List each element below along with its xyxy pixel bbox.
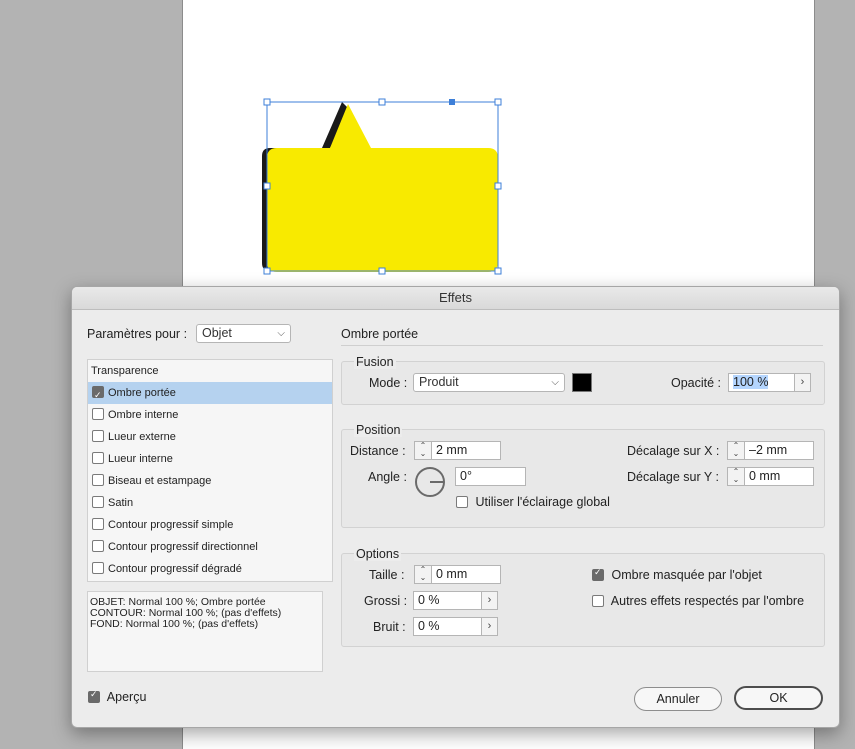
preview-label: Aperçu	[106, 690, 147, 704]
offset-y-stepper[interactable]: ⌃ ⌄	[727, 467, 745, 486]
opacity-slider-button[interactable]: ›	[794, 373, 811, 392]
effect-item[interactable]: Ombre interne	[88, 404, 332, 426]
chevron-down-icon: ⌵	[551, 377, 559, 388]
effect-checkbox[interactable]	[92, 430, 104, 442]
knocked-out-checkbox-row[interactable]: Ombre masquée par l'objet	[592, 567, 762, 582]
effects-summary: OBJET: Normal 100 %; Ombre portée CONTOU…	[87, 591, 323, 672]
position-title: Position	[354, 423, 403, 437]
stepper-arrows-icon: ⌃ ⌄	[732, 467, 740, 484]
effects-list: Transparence Ombre portée Ombre interne Lu…	[87, 359, 333, 582]
options-title: Options	[354, 547, 402, 561]
stepper-arrows-icon: ⌃ ⌄	[419, 441, 427, 458]
section-divider	[341, 345, 823, 346]
fusion-title: Fusion	[354, 355, 396, 369]
effect-checkbox[interactable]	[92, 562, 104, 574]
params-select[interactable]: Objet ⌵	[196, 324, 291, 343]
chevron-right-icon: ›	[487, 594, 492, 606]
mode-select-value: Produit	[419, 375, 459, 389]
effect-item[interactable]: Ombre portée	[88, 382, 332, 406]
angle-dial-icon[interactable]	[415, 467, 445, 497]
knocked-out-checkbox[interactable]	[592, 567, 604, 581]
effect-item[interactable]: Satin	[88, 492, 332, 514]
distance-label: Distance :	[350, 444, 406, 458]
shadow-color-swatch[interactable]	[572, 373, 592, 392]
effect-checkbox[interactable]	[92, 518, 104, 530]
chevron-down-icon: ⌵	[277, 328, 285, 339]
params-select-value: Objet	[202, 326, 232, 340]
ok-button[interactable]: OK	[734, 686, 823, 710]
offset-y-label: Décalage sur Y :	[627, 470, 719, 484]
spread-slider-button[interactable]: ›	[481, 591, 498, 610]
effect-item[interactable]: Contour progressif directionnel	[88, 536, 332, 558]
distance-input[interactable]: 2 mm	[431, 441, 501, 460]
dialog-title: Effets	[72, 287, 839, 310]
cancel-button[interactable]: Annuler	[634, 687, 722, 711]
effect-label: Ombre interne	[108, 409, 179, 421]
size-label: Taille :	[369, 568, 405, 582]
offset-x-label: Décalage sur X :	[627, 444, 720, 458]
offset-x-stepper[interactable]: ⌃ ⌄	[727, 441, 745, 460]
effect-checkbox[interactable]	[92, 408, 104, 420]
global-light-label: Utiliser l'éclairage global	[475, 495, 610, 509]
effect-item[interactable]: Contour progressif simple	[88, 514, 332, 536]
spread-label: Grossi :	[364, 594, 408, 608]
effect-item[interactable]: Contour progressif dégradé	[88, 558, 332, 580]
reference-point-handle	[449, 99, 455, 105]
global-light-checkbox[interactable]	[456, 496, 468, 508]
effect-label: Contour progressif directionnel	[108, 541, 258, 553]
spread-input[interactable]: 0 %	[413, 591, 482, 610]
honor-effects-checkbox[interactable]	[592, 595, 604, 607]
honor-effects-checkbox-row[interactable]: Autres effets respectés par l'ombre	[592, 594, 804, 608]
mode-label: Mode :	[369, 376, 408, 390]
mode-select[interactable]: Produit ⌵	[413, 373, 565, 392]
size-stepper[interactable]: ⌃ ⌄	[414, 565, 432, 584]
effect-item[interactable]: Biseau et estampage	[88, 470, 332, 492]
speech-bubble-object[interactable]	[0, 0, 855, 290]
effect-checkbox[interactable]	[92, 540, 104, 552]
honor-effects-label: Autres effets respectés par l'ombre	[610, 594, 805, 608]
effect-checkbox[interactable]	[92, 384, 104, 406]
section-title: Ombre portée	[341, 327, 419, 341]
angle-label: Angle :	[368, 470, 407, 484]
params-label: Paramètres pour :	[87, 327, 188, 341]
effect-item[interactable]: Lueur externe	[88, 426, 332, 448]
preview-checkbox[interactable]	[88, 689, 100, 703]
knocked-out-label: Ombre masquée par l'objet	[611, 568, 762, 582]
effect-label: Contour progressif dégradé	[108, 563, 242, 575]
size-input[interactable]: 0 mm	[431, 565, 501, 584]
offset-x-input[interactable]: –2 mm	[744, 441, 814, 460]
distance-stepper[interactable]: ⌃ ⌄	[414, 441, 432, 460]
effect-label: Ombre portée	[108, 387, 176, 399]
effect-checkbox[interactable]	[92, 452, 104, 464]
stepper-arrows-icon: ⌃ ⌄	[732, 441, 740, 458]
effect-label: Biseau et estampage	[108, 475, 212, 487]
chevron-right-icon: ›	[487, 620, 492, 632]
preview-checkbox-row[interactable]: Aperçu	[88, 689, 147, 704]
opacity-value: 100 %	[733, 375, 769, 389]
stepper-arrows-icon: ⌃ ⌄	[419, 565, 427, 582]
offset-y-input[interactable]: 0 mm	[744, 467, 814, 486]
chevron-right-icon: ›	[800, 376, 805, 388]
opacity-label: Opacité :	[671, 376, 722, 390]
global-light-checkbox-row[interactable]: Utiliser l'éclairage global	[456, 495, 610, 509]
opacity-input[interactable]: 100 %	[728, 373, 795, 392]
effect-checkbox[interactable]	[92, 496, 104, 508]
bubble-fill	[267, 104, 498, 272]
effect-label: Satin	[108, 497, 134, 509]
effect-label: Lueur interne	[108, 453, 173, 465]
effect-item[interactable]: Lueur interne	[88, 448, 332, 470]
list-header-transparency[interactable]: Transparence	[88, 360, 332, 382]
effects-dialog: Effets Paramètres pour : Objet ⌵ Ombre p…	[71, 286, 840, 728]
effect-label: Lueur externe	[108, 431, 176, 443]
noise-input[interactable]: 0 %	[413, 617, 482, 636]
noise-label: Bruit :	[373, 620, 406, 634]
effect-label: Contour progressif simple	[108, 519, 234, 531]
angle-input[interactable]: 0°	[455, 467, 526, 486]
noise-slider-button[interactable]: ›	[481, 617, 498, 636]
effect-checkbox[interactable]	[92, 474, 104, 486]
